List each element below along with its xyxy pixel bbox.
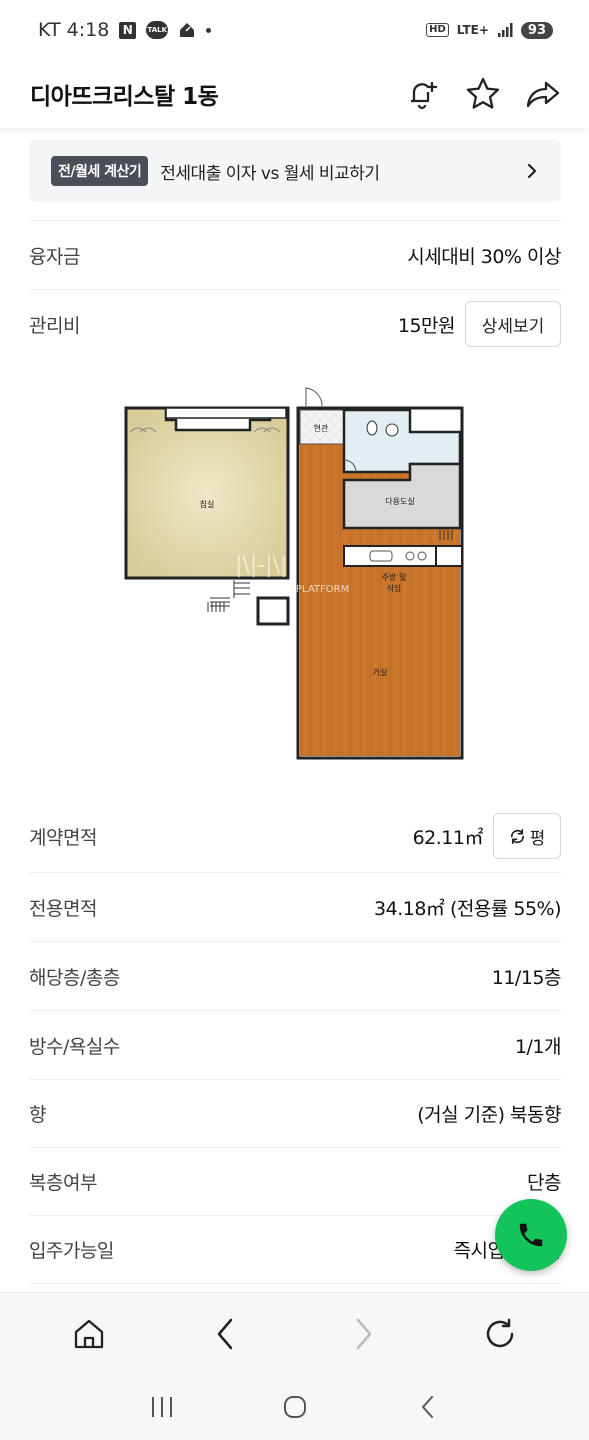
lte-indicator: LTE+ (456, 23, 489, 37)
system-back-icon[interactable] (406, 1385, 450, 1429)
row-loan: 융자금 시세대비 30% 이상 (29, 220, 561, 289)
contract-area-value-group: 62.11㎡ 평 (413, 813, 561, 859)
home-icon[interactable] (67, 1312, 111, 1356)
row-exclusive-area: 전용면적 34.18㎡ (전용률 55%) (29, 872, 561, 941)
recent-apps-icon[interactable] (140, 1385, 184, 1429)
row-direction: 향 (거실 기준) 북동향 (29, 1079, 561, 1147)
svg-text:|\|-|\|: |\|-|\| (235, 553, 287, 578)
loan-label: 융자금 (29, 245, 80, 268)
naver-notification-icon: N (119, 21, 137, 39)
header-actions (405, 76, 561, 112)
reload-icon[interactable] (478, 1312, 522, 1356)
home-notification-icon (178, 21, 196, 39)
favorite-star-icon[interactable] (465, 76, 501, 112)
refresh-small-icon (509, 828, 526, 845)
forward-arrow-icon[interactable] (341, 1312, 385, 1356)
calculator-text: 전세대출 이자 vs 월세 비교하기 (160, 163, 380, 184)
move-in-label: 입주가능일 (29, 1240, 114, 1262)
floor-value: 11/15층 (491, 966, 562, 989)
maintenance-label: 관리비 (29, 314, 80, 337)
row-rooms: 방수/욕실수 1/1개 (29, 1010, 562, 1079)
contract-area-value: 62.11㎡ (412, 826, 484, 849)
plan-watermark: PLATFORM (296, 584, 349, 595)
exclusive-area-value: 34.18㎡ (전용률 55%) (374, 897, 561, 920)
row-floor: 해당층/총층 11/15층 (29, 941, 562, 1010)
page-title: 디아뜨크리스탈 1동 (30, 84, 219, 110)
call-button[interactable] (495, 1199, 567, 1271)
system-navigation-bar (0, 1374, 589, 1440)
rent-calculator-banner[interactable]: 전/월세 계산기 전세대출 이자 vs 월세 비교하기 (29, 140, 561, 202)
maintenance-value: 15만원 (397, 314, 456, 337)
plan-label-entrance: 현관 (314, 423, 329, 433)
maintenance-detail-button[interactable]: 상세보기 (465, 301, 561, 347)
loan-value: 시세대비 30% 이상 (407, 245, 561, 268)
unit-toggle-button[interactable]: 평 (493, 813, 561, 859)
share-icon[interactable] (525, 76, 561, 112)
plan-label-kitchen-2: 식당 (387, 583, 402, 593)
browser-toolbar (0, 1292, 589, 1374)
row-move-in: 입주가능일 즉시입주 협의 (29, 1215, 562, 1284)
calculator-tag: 전/월세 계산기 (51, 156, 149, 186)
row-duplex: 복층여부 단층 (29, 1147, 561, 1215)
rooms-label: 방수/욕실수 (29, 1035, 120, 1058)
duplex-label: 복층여부 (29, 1172, 97, 1194)
plan-label-utility: 다용도실 (385, 496, 414, 506)
direction-label: 향 (29, 1104, 46, 1126)
more-notifications-dot (206, 27, 212, 33)
plan-label-kitchen-1: 주방 및 (382, 572, 407, 582)
duplex-value: 단층 (527, 1172, 561, 1194)
plan-label-living: 거실 (373, 667, 388, 677)
row-contract-area: 계약면적 62.11㎡ 평 (29, 800, 561, 872)
direction-value: (거실 기준) 북동향 (417, 1104, 561, 1126)
notification-add-icon[interactable] (405, 76, 441, 112)
contract-area-label: 계약면적 (29, 826, 97, 849)
unit-toggle-label: 평 (529, 828, 546, 849)
app-header: 디아뜨크리스탈 1동 (0, 60, 589, 128)
row-maintenance: 관리비 15만원 상세보기 (29, 289, 561, 358)
floor-plan-image[interactable]: |\|-|\| PLATFORM 현관 침실 다용도실 주방 및 식당 거실 (110, 380, 480, 770)
exclusive-area-label: 전용면적 (29, 897, 97, 920)
kakaotalk-notification-icon: TALK (146, 21, 169, 39)
battery-indicator: 93 (520, 21, 553, 39)
carrier-time: KT 4:18 (38, 19, 110, 41)
rooms-value: 1/1개 (514, 1035, 562, 1058)
back-arrow-icon[interactable] (204, 1312, 248, 1356)
system-home-icon[interactable] (273, 1385, 317, 1429)
chevron-right-icon (525, 163, 539, 179)
status-bar: KT 4:18 N TALK HD LTE+ 93 (0, 0, 589, 60)
hd-voice-icon: HD (426, 23, 449, 37)
phone-icon (516, 1220, 546, 1250)
signal-icon (497, 22, 513, 38)
plan-label-bedroom: 침실 (200, 499, 215, 509)
floor-label: 해당층/총층 (29, 966, 120, 989)
maintenance-value-group: 15만원 상세보기 (398, 301, 561, 347)
